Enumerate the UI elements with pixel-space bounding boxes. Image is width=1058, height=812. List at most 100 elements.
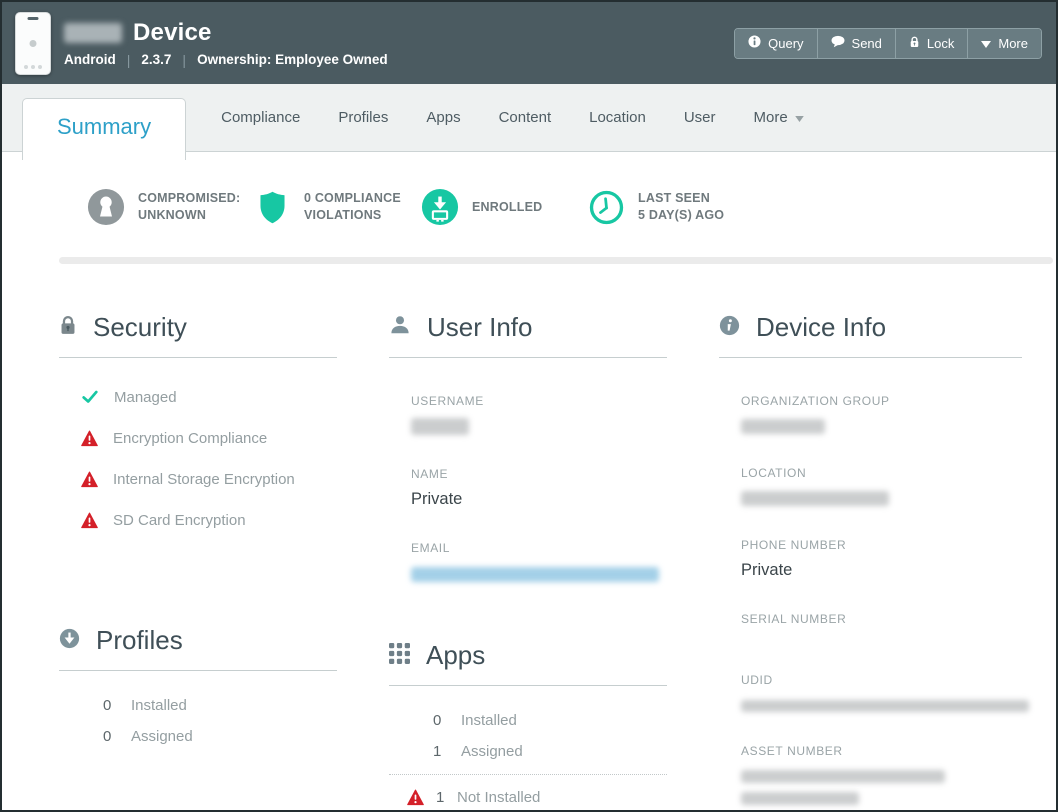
warning-icon	[81, 512, 98, 529]
apps-section-title: Apps	[426, 640, 485, 671]
lock-button[interactable]: Lock	[895, 29, 967, 58]
user-info-fields: USERNAME NAME Private EMAIL	[411, 394, 667, 582]
caret-down-icon	[795, 109, 804, 126]
security-section-title: Security	[93, 312, 187, 343]
apps-grid-icon	[389, 643, 410, 669]
security-item-sd-card-encryption: SD Card Encryption	[81, 512, 337, 529]
field-name-value: Private	[411, 490, 667, 509]
device-title-block: Device Android | 2.3.7 | Ownership: Empl…	[64, 19, 388, 68]
warning-icon	[81, 471, 98, 488]
tab-location[interactable]: Location	[570, 109, 665, 126]
field-organization-group-label: ORGANIZATION GROUP	[741, 394, 1022, 408]
user-icon	[389, 314, 411, 341]
field-username-label: USERNAME	[411, 394, 667, 408]
field-udid-label: UDID	[741, 673, 1022, 687]
apps-installed-row: 0 Installed	[433, 712, 667, 729]
redacted-email-link[interactable]	[411, 567, 659, 582]
device-os-version: 2.3.7	[141, 52, 171, 67]
security-item-encryption-compliance: Encryption Compliance	[81, 430, 337, 447]
device-details-page: Device Android | 2.3.7 | Ownership: Empl…	[0, 0, 1058, 812]
field-organization-group: ORGANIZATION GROUP	[741, 394, 1022, 434]
lock-button-label: Lock	[927, 36, 954, 51]
tab-profiles-label: Profiles	[338, 109, 388, 126]
redacted-location-value	[741, 491, 889, 506]
apps-installed-label: Installed	[461, 712, 517, 729]
redacted-asset-number-value	[741, 770, 945, 783]
query-button[interactable]: Query	[735, 29, 816, 58]
field-asset-number-label: ASSET NUMBER	[741, 744, 1022, 758]
profiles-assigned-count: 0	[103, 728, 112, 745]
phone-home-dot	[30, 40, 37, 47]
field-udid: UDID	[741, 673, 1022, 712]
tab-compliance[interactable]: Compliance	[202, 109, 319, 126]
user-info-section-title: User Info	[427, 312, 533, 343]
more-button-label: More	[998, 36, 1028, 51]
tab-summary[interactable]: Summary	[22, 98, 186, 160]
status-compromised-text: COMPROMISED:UNKNOWN	[138, 190, 240, 224]
column-security-profiles: Security Managed Encryption Compliance	[59, 312, 337, 759]
profiles-section-header: Profiles	[59, 625, 337, 671]
profiles-installed-row: 0 Installed	[103, 697, 337, 714]
field-email: EMAIL	[411, 541, 667, 582]
status-compliance: 0 COMPLIANCEVIOLATIONS	[254, 188, 421, 226]
send-button-label: Send	[852, 36, 882, 51]
tab-compliance-label: Compliance	[221, 109, 300, 126]
check-icon	[81, 388, 99, 406]
device-ownership: Ownership: Employee Owned	[197, 52, 388, 67]
tab-more[interactable]: More	[735, 109, 823, 126]
tab-content[interactable]: Content	[480, 109, 571, 126]
apps-not-installed-label: Not Installed	[457, 789, 540, 806]
redacted-udid-value	[741, 700, 1029, 712]
device-info-fields: ORGANIZATION GROUP LOCATION PHONE NUMBER…	[741, 394, 1022, 805]
security-item-label: Internal Storage Encryption	[113, 471, 295, 488]
profiles-section-title: Profiles	[96, 625, 183, 656]
device-phone-icon	[15, 12, 51, 75]
security-items: Managed Encryption Compliance Internal S…	[81, 388, 337, 529]
redacted-device-name	[64, 23, 122, 43]
more-button[interactable]: More	[967, 29, 1041, 58]
tab-content-label: Content	[499, 109, 552, 126]
security-item-label: Managed	[114, 389, 177, 406]
phone-keys	[24, 65, 42, 69]
profiles-installed-count: 0	[103, 697, 112, 714]
device-platform: Android	[64, 52, 116, 67]
tab-user[interactable]: User	[665, 109, 735, 126]
apps-not-installed-count: 1	[436, 789, 445, 806]
device-info-section-header: Device Info	[719, 312, 1022, 358]
status-compromised: COMPROMISED:UNKNOWN	[87, 188, 254, 226]
security-item-internal-storage-encryption: Internal Storage Encryption	[81, 471, 337, 488]
info-icon	[748, 35, 761, 51]
tab-apps[interactable]: Apps	[407, 109, 479, 126]
field-serial-number: SERIAL NUMBER	[741, 612, 1022, 641]
field-location: LOCATION	[741, 466, 1022, 506]
field-serial-number-value	[741, 635, 1022, 641]
device-header: Device Android | 2.3.7 | Ownership: Empl…	[2, 2, 1056, 84]
subtitle-separator: |	[171, 52, 197, 68]
subtitle-separator: |	[116, 52, 142, 68]
clock-icon	[588, 189, 625, 226]
device-status-row: COMPROMISED:UNKNOWN 0 COMPLIANCEVIOLATIO…	[2, 152, 1056, 226]
status-enrolled-text: ENROLLED	[472, 199, 542, 216]
field-username: USERNAME	[411, 394, 667, 435]
send-button[interactable]: Send	[817, 29, 895, 58]
column-device-info: Device Info ORGANIZATION GROUP LOCATION …	[719, 312, 1022, 805]
caret-down-icon	[981, 36, 991, 51]
security-item-managed: Managed	[81, 388, 337, 406]
tab-profiles[interactable]: Profiles	[319, 109, 407, 126]
enrolled-icon	[421, 188, 459, 226]
query-button-label: Query	[768, 36, 803, 51]
field-email-label: EMAIL	[411, 541, 667, 555]
security-section-header: Security	[59, 312, 337, 358]
tab-location-label: Location	[589, 109, 646, 126]
redacted-asset-number-value	[741, 792, 859, 805]
apps-section-header: Apps	[389, 640, 667, 686]
user-info-section-header: User Info	[389, 312, 667, 358]
redacted-organization-group-value	[741, 419, 825, 434]
apps-assigned-label: Assigned	[461, 743, 523, 760]
status-compliance-text: 0 COMPLIANCEVIOLATIONS	[304, 190, 401, 224]
apps-stats: 0 Installed 1 Assigned	[433, 712, 667, 760]
device-info-section-title: Device Info	[756, 312, 886, 343]
section-divider	[59, 257, 1053, 264]
field-phone-number-value: Private	[741, 561, 1022, 580]
tab-apps-label: Apps	[426, 109, 460, 126]
